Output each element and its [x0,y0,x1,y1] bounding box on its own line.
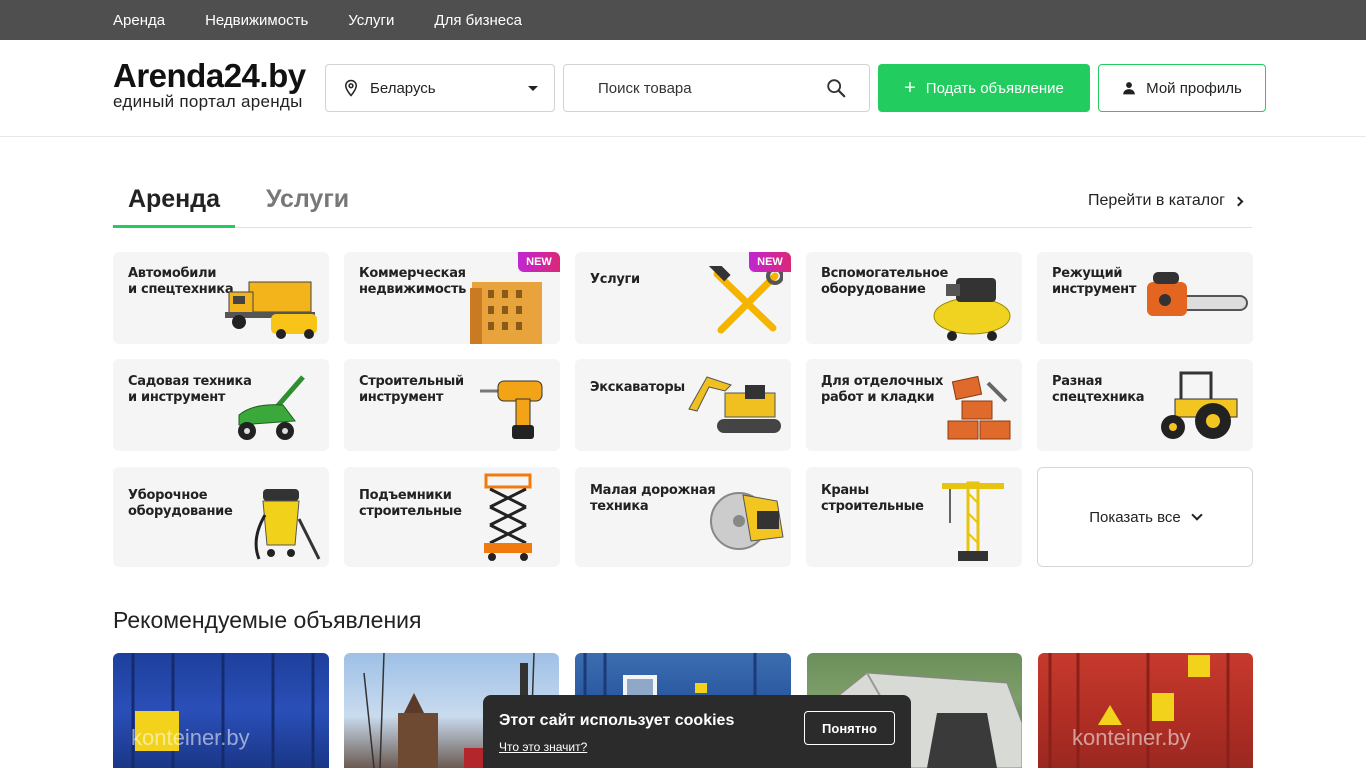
hammer-wrench-image [709,266,783,334]
concrete-saw-image [710,492,784,550]
category-label-line2: инструмент [359,390,444,405]
category-card-aux-equipment[interactable]: Вспомогательное оборудование [806,252,1022,344]
site-header: Arenda24.by единый портал аренды Беларус… [0,40,1366,137]
category-card-misc-machinery[interactable]: Разная спецтехника [1037,359,1253,451]
category-label-line2: спецтехника [1052,390,1145,405]
category-label-line2: строительные [359,504,462,519]
location-pin-icon [344,79,358,97]
category-card-lifts[interactable]: Подъемники строительные [344,467,560,567]
building-image [470,282,542,344]
chevron-right-icon [1233,196,1244,206]
category-label-line2: техника [590,499,649,514]
top-navigation: Аренда Недвижимость Услуги Для бизнеса [0,0,1366,40]
watermark: konteiner.by [1072,725,1191,750]
tab-services[interactable]: Услуги [266,185,349,214]
category-label: Для отделочных [821,374,944,389]
category-label: Режущий [1052,266,1123,281]
category-card-finishing[interactable]: Для отделочных работ и кладки [806,359,1022,451]
category-card-cutting-tools[interactable]: Режущий инструмент [1037,252,1253,344]
cookie-info-link[interactable]: Что это значит? [499,740,587,754]
post-ad-button[interactable]: + Подать объявление [878,64,1090,112]
recommended-title: Рекомендуемые объявления [113,607,422,633]
chevron-down-icon [528,85,538,91]
category-card-cleaning[interactable]: Уборочное оборудование [113,467,329,567]
tractor-image [1161,371,1238,439]
category-label: Подъемники [359,488,452,503]
new-badge: NEW [749,252,791,272]
tab-rent[interactable]: Аренда [113,185,235,228]
category-card-commercial-realty[interactable]: Коммерческая недвижимость NEW [344,252,560,344]
post-ad-label: Подать объявление [925,79,1064,97]
search-icon[interactable] [825,77,847,99]
bricks-image [947,375,1011,440]
chainsaw-image [1147,272,1248,316]
category-card-excavators[interactable]: Экскаваторы [575,359,791,451]
category-card-construction-tools[interactable]: Строительный инструмент [344,359,560,451]
plus-icon: + [904,77,916,99]
category-tabs: Аренда Услуги Перейти в каталог [113,175,1252,228]
search-box [563,64,870,112]
category-label-line2: недвижимость [359,282,467,297]
category-label-line2: оборудование [128,504,233,519]
category-label: Коммерческая [359,266,466,281]
logo[interactable]: Arenda24.by единый портал аренды [113,57,306,111]
listing-card[interactable]: konteiner.by [113,653,329,768]
category-label: Строительный [359,374,464,389]
watermark: konteiner.by [131,725,250,750]
topnav-item-realty[interactable]: Недвижимость [205,12,308,29]
category-label: Автомобили [128,266,217,281]
region-select[interactable]: Беларусь [325,64,555,112]
topnav-item-business[interactable]: Для бизнеса [434,12,522,29]
category-label-line2: работ и кладки [821,390,935,405]
vacuum-cleaner-image [254,489,321,560]
category-label: Малая дорожная [590,483,716,498]
chevron-down-icon [1191,508,1203,521]
topnav-item-services[interactable]: Услуги [348,12,394,29]
catalog-link[interactable]: Перейти в каталог [1088,192,1244,210]
profile-label: Мой профиль [1146,79,1242,97]
excavator-image [688,376,781,433]
listing-card[interactable]: konteiner.by [1038,653,1253,768]
catalog-link-label: Перейти в каталог [1088,192,1225,209]
category-label-line2: строительные [821,499,924,514]
category-label: Краны [821,483,869,498]
region-value: Беларусь [370,79,436,97]
category-card-vehicles[interactable]: Автомобили и спецтехника [113,252,329,344]
user-icon [1123,82,1136,95]
category-card-garden[interactable]: Садовая техника и инструмент [113,359,329,451]
category-label: Разная [1052,374,1103,389]
tower-crane-image [942,481,1004,561]
topnav-item-rent[interactable]: Аренда [113,12,165,29]
category-label-line2: и спецтехника [128,282,234,297]
category-card-road-equipment[interactable]: Малая дорожная техника [575,467,791,567]
cookie-title: Этот сайт использует cookies [499,712,735,729]
show-all-button[interactable]: Показать все [1037,467,1253,567]
category-label-line2: инструмент [1052,282,1137,297]
drill-image [480,380,543,439]
category-card-cranes[interactable]: Краны строительные [806,467,1022,567]
profile-button[interactable]: Мой профиль [1098,64,1266,112]
category-label: Уборочное [128,488,208,503]
compressor-image [933,278,1011,341]
cookie-accept-button[interactable]: Понятно [804,711,895,745]
category-label: Услуги [590,272,640,287]
lawn-mower-image [238,375,305,440]
cookie-banner: Этот сайт использует cookies Что это зна… [483,695,911,768]
search-input[interactable] [564,79,825,97]
new-badge: NEW [518,252,560,272]
dump-truck-image [225,281,317,339]
scissor-lift-image [484,473,532,561]
logo-subtitle: единый портал аренды [113,92,303,111]
logo-title: Arenda24.by [113,57,306,94]
category-label: Экскаваторы [590,380,685,395]
show-all-label: Показать все [1089,508,1181,526]
category-card-services[interactable]: Услуги NEW [575,252,791,344]
